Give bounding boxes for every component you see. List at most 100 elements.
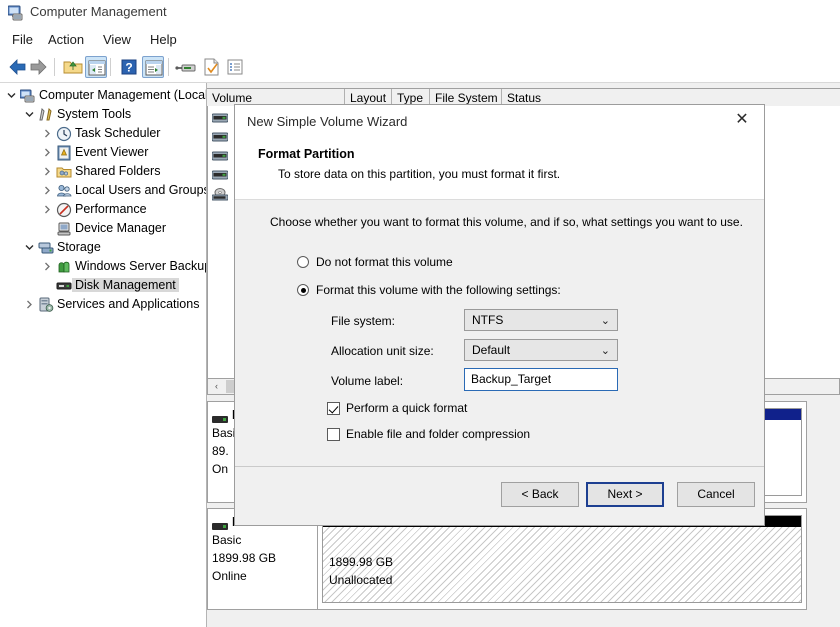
dialog-subheading: To store data on this partition, you mus… xyxy=(278,167,560,181)
chevron-down-icon[interactable] xyxy=(24,242,35,253)
radio-do-not-format-label: Do not format this volume xyxy=(316,255,453,269)
radio-format-with-settings[interactable] xyxy=(297,284,309,296)
disk-1-partition-label: Unallocated xyxy=(329,573,392,587)
chevron-right-icon[interactable] xyxy=(42,147,53,158)
tree-item-label: Storage xyxy=(57,240,101,254)
disk-1-partition-unallocated[interactable]: 1899.98 GB Unallocated xyxy=(322,515,802,603)
tree-item-storage[interactable]: Storage xyxy=(0,238,206,257)
allocation-unit-size-value: Default xyxy=(472,343,510,357)
close-icon[interactable]: ✕ xyxy=(720,105,764,135)
chevron-down-icon[interactable] xyxy=(24,109,35,120)
menu-file[interactable]: File xyxy=(8,31,37,48)
menu-action[interactable]: Action xyxy=(44,31,88,48)
properties-icon[interactable] xyxy=(200,56,222,78)
chevron-down-icon[interactable] xyxy=(6,90,17,101)
disk-1-capacity: 1899.98 GB xyxy=(212,551,276,565)
file-system-select[interactable]: NTFS ⌄ xyxy=(464,309,618,331)
show-hide-console-tree-icon[interactable] xyxy=(85,56,107,78)
dialog-titlebar: New Simple Volume Wizard ✕ xyxy=(235,105,764,139)
scroll-left-icon[interactable]: ‹ xyxy=(208,379,225,394)
tree-item-label: Shared Folders xyxy=(75,164,160,178)
console-tree[interactable]: Computer Management (Local System Tools Ta… xyxy=(0,83,207,627)
tree-item-disk-management[interactable]: Disk Management xyxy=(0,276,206,295)
local-users-icon xyxy=(56,183,72,199)
tree-item-label: System Tools xyxy=(57,107,131,121)
window-titlebar: Computer Management xyxy=(0,0,840,26)
chevron-right-icon[interactable] xyxy=(42,166,53,177)
shared-folders-icon xyxy=(56,164,72,180)
show-hide-action-pane-icon[interactable] xyxy=(142,56,164,78)
cd-rom-icon xyxy=(212,188,228,201)
tree-item-performance[interactable]: Performance xyxy=(0,200,206,219)
svg-text:?: ? xyxy=(125,61,132,75)
dialog-footer: < Back Next > Cancel xyxy=(235,466,764,525)
dialog-heading: Format Partition xyxy=(258,147,355,161)
dialog-title: New Simple Volume Wizard xyxy=(247,114,407,129)
file-system-label: File system: xyxy=(331,314,395,328)
compression-checkbox[interactable] xyxy=(327,428,340,441)
tree-item-windows-server-backup[interactable]: Windows Server Backup xyxy=(0,257,206,276)
tree-item-event-viewer[interactable]: Event Viewer xyxy=(0,143,206,162)
tree-item-label: Services and Applications xyxy=(57,297,199,311)
window-title: Computer Management xyxy=(30,4,167,19)
menubar: File Action View Help xyxy=(0,26,840,52)
system-tools-icon xyxy=(38,107,54,123)
disk-icon xyxy=(212,519,228,526)
tree-item-label: Device Manager xyxy=(75,221,166,235)
disk-1-partition-size: 1899.98 GB xyxy=(329,555,393,569)
toolbar-separator xyxy=(110,58,111,76)
back-button[interactable]: < Back xyxy=(501,482,579,507)
chevron-right-icon[interactable] xyxy=(42,185,53,196)
disk-icon xyxy=(212,412,228,419)
menu-help[interactable]: Help xyxy=(146,31,181,48)
tree-item-label: Local Users and Groups xyxy=(75,183,207,197)
compression-label: Enable file and folder compression xyxy=(346,427,530,441)
cancel-button[interactable]: Cancel xyxy=(677,482,755,507)
menu-view[interactable]: View xyxy=(99,31,135,48)
tree-item-computer-management-local[interactable]: Computer Management (Local xyxy=(0,86,206,105)
tree-item-device-manager[interactable]: Device Manager xyxy=(0,219,206,238)
rescan-disks-icon[interactable] xyxy=(175,56,197,78)
tree-item-local-users-and-groups[interactable]: Local Users and Groups xyxy=(0,181,206,200)
dialog-body: Choose whether you want to format this v… xyxy=(235,200,764,466)
radio-format-with-settings-label: Format this volume with the following se… xyxy=(316,283,561,297)
chevron-down-icon[interactable]: ⌄ xyxy=(601,344,610,357)
volume-label-input[interactable]: Backup_Target xyxy=(464,368,618,391)
server-backup-icon xyxy=(56,259,72,275)
disk-1-type: Basic xyxy=(212,533,241,547)
computer-management-icon xyxy=(20,88,36,104)
chevron-right-icon[interactable] xyxy=(24,299,35,310)
volume-label-label: Volume label: xyxy=(331,374,403,388)
chevron-right-icon[interactable] xyxy=(42,261,53,272)
tree-item-label: Performance xyxy=(75,202,147,216)
tree-item-label: Event Viewer xyxy=(75,145,148,159)
disk-management-icon xyxy=(56,278,72,294)
chevron-right-icon[interactable] xyxy=(42,204,53,215)
new-simple-volume-wizard-dialog[interactable]: New Simple Volume Wizard ✕ Format Partit… xyxy=(234,104,765,526)
tree-item-label: Computer Management (Local xyxy=(39,88,207,102)
tree-item-services-and-applications[interactable]: Services and Applications xyxy=(0,295,206,314)
tree-item-label: Disk Management xyxy=(72,278,179,292)
forward-icon[interactable] xyxy=(28,56,50,78)
volume-icon xyxy=(212,112,228,125)
tree-item-task-scheduler[interactable]: Task Scheduler xyxy=(0,124,206,143)
tree-item-shared-folders[interactable]: Shared Folders xyxy=(0,162,206,181)
tree-item-label: Windows Server Backup xyxy=(75,259,207,273)
chevron-down-icon[interactable]: ⌄ xyxy=(601,314,610,327)
device-manager-icon xyxy=(56,221,72,237)
tree-item-system-tools[interactable]: System Tools xyxy=(0,105,206,124)
quick-format-label: Perform a quick format xyxy=(346,401,467,415)
radio-do-not-format[interactable] xyxy=(297,256,309,268)
up-folder-icon[interactable] xyxy=(62,56,84,78)
next-button[interactable]: Next > xyxy=(586,482,664,507)
toolbar-separator xyxy=(54,58,55,76)
volume-icon xyxy=(212,169,228,182)
chevron-right-icon[interactable] xyxy=(42,128,53,139)
quick-format-checkbox[interactable] xyxy=(327,402,340,415)
back-icon[interactable] xyxy=(6,56,28,78)
dialog-intro-text: Choose whether you want to format this v… xyxy=(270,215,743,229)
allocation-unit-size-select[interactable]: Default ⌄ xyxy=(464,339,618,361)
help-icon[interactable]: ? xyxy=(118,56,140,78)
list-view-icon[interactable] xyxy=(224,56,246,78)
disk-1-state: Online xyxy=(212,569,247,583)
